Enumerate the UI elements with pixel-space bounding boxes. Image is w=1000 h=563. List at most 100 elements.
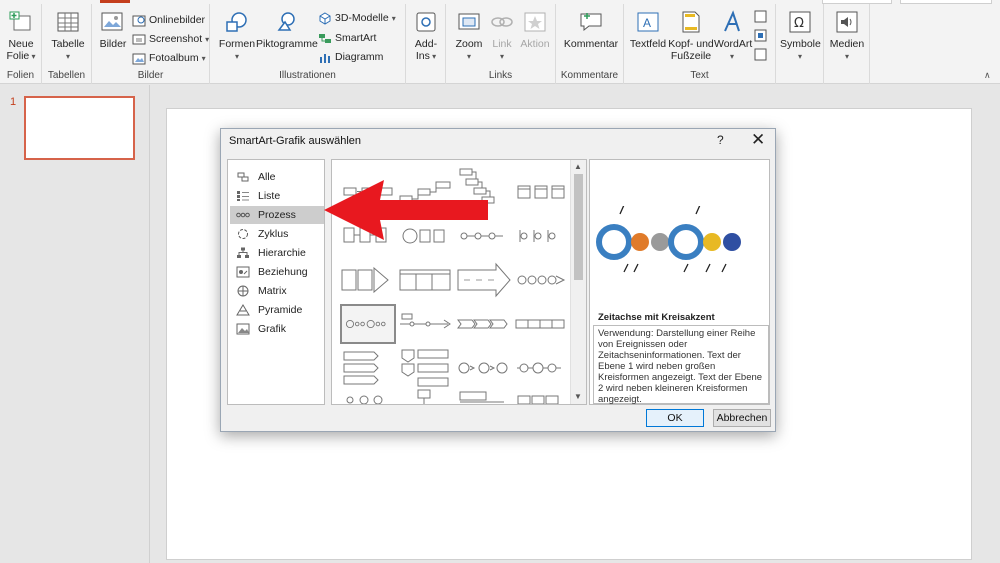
category-item-hierarchie[interactable]: Hierarchie — [230, 244, 324, 262]
category-item-matrix[interactable]: Matrix — [230, 282, 324, 300]
active-tab-indicator — [100, 0, 130, 3]
layout-thumbnail[interactable] — [514, 172, 570, 212]
textbox-button[interactable]: A Textfeld — [628, 10, 668, 50]
category-item-alle[interactable]: Alle — [230, 168, 324, 186]
group-label-folien: Folien — [6, 70, 35, 81]
photo-album-button[interactable]: Fotoalbum ▾ — [132, 52, 206, 65]
layout-thumbnail[interactable] — [514, 348, 570, 388]
online-pictures-button[interactable]: Onlinebilder — [132, 14, 205, 27]
pyramid-icon — [236, 304, 250, 316]
category-item-liste[interactable]: Liste — [230, 187, 324, 205]
layout-thumbnail[interactable] — [398, 304, 454, 344]
3d-models-label: 3D-Modelle — [335, 12, 389, 24]
category-label: Liste — [258, 190, 281, 202]
category-label: Alle — [258, 171, 276, 183]
group-label-tabellen: Tabellen — [47, 70, 86, 81]
group-addins: Add-Ins ▾ — [406, 4, 446, 84]
group-label-illustrationen: Illustrationen — [279, 70, 336, 81]
collapse-ribbon-icon[interactable]: ∧ — [984, 70, 991, 81]
symbols-button[interactable]: Ω Symbole ▾ — [780, 10, 821, 63]
scroll-up-icon[interactable]: ▲ — [574, 162, 582, 171]
layout-thumbnail[interactable] — [514, 260, 570, 300]
ok-button[interactable]: OK — [646, 409, 704, 427]
new-slide-button[interactable]: Neue Folie ▾ — [4, 10, 38, 63]
preview-graphic — [596, 206, 741, 273]
category-item-prozess[interactable]: Prozess — [230, 206, 324, 224]
media-label: Medien — [829, 38, 865, 50]
relationship-icon — [236, 266, 250, 278]
close-button[interactable]: ✕ — [751, 130, 765, 150]
link-icon — [491, 17, 513, 27]
scrollbar-thumb[interactable] — [574, 174, 583, 280]
action-label: Aktion — [520, 38, 550, 50]
table-icon — [57, 12, 79, 32]
addins-button[interactable]: Add-Ins ▾ — [410, 10, 442, 63]
header-footer-label: Kopf- und Fußzeile — [668, 38, 714, 62]
group-label-links: Links — [488, 70, 513, 81]
layout-thumbnail[interactable] — [456, 304, 512, 344]
link-label: Link — [492, 38, 512, 50]
layout-thumbnail[interactable] — [514, 216, 570, 256]
action-button[interactable]: Aktion — [518, 10, 552, 50]
dialog-title: SmartArt-Grafik auswählen — [229, 135, 362, 147]
layout-thumbnail[interactable] — [398, 348, 454, 388]
layout-thumbnail[interactable] — [340, 392, 396, 405]
group-folien: Neue Folie ▾ Folien — [0, 4, 42, 84]
category-item-zyklus[interactable]: Zyklus — [230, 225, 324, 243]
wordart-button[interactable]: WordArt ▾ — [714, 10, 752, 63]
header-footer-button[interactable]: Kopf- und Fußzeile — [668, 10, 714, 62]
shapes-button[interactable]: Formen ▾ — [218, 10, 256, 63]
preview-title: Zeitachse mit Kreisakzent — [598, 312, 715, 323]
zoom-icon — [458, 13, 480, 30]
table-button[interactable]: Tabelle ▾ — [48, 10, 88, 63]
category-label: Hierarchie — [258, 247, 306, 259]
group-links: Zoom ▾ Link ▾ Aktion Links — [446, 4, 556, 84]
omega-icon: Ω — [789, 11, 811, 33]
red-arrow-annotation — [324, 180, 488, 240]
category-item-beziehung[interactable]: Beziehung — [230, 263, 324, 281]
category-label: Matrix — [258, 285, 287, 297]
icons-button[interactable]: Piktogramme — [256, 10, 318, 50]
3d-models-button[interactable]: 3D-Modelle ▾ — [318, 12, 396, 25]
gallery-scrollbar[interactable]: ▲ ▼ — [570, 160, 586, 404]
cancel-button[interactable]: Abbrechen — [713, 409, 771, 427]
icons-label: Piktogramme — [256, 38, 318, 50]
layout-thumbnail[interactable] — [340, 260, 396, 300]
online-pictures-icon — [132, 15, 146, 27]
group-bilder: Bilder Onlinebilder Screenshot ▾ Fotoalbu… — [92, 4, 210, 84]
pictures-button[interactable]: Bilder — [96, 10, 130, 50]
group-illustrationen: Formen ▾ Piktogramme 3D-Modelle ▾ SmartAr… — [210, 4, 406, 84]
layout-thumbnail[interactable] — [456, 260, 512, 300]
screenshot-button[interactable]: Screenshot ▾ — [132, 33, 209, 46]
smartart-button[interactable]: SmartArt — [318, 32, 376, 45]
media-button[interactable]: Medien ▾ — [828, 10, 866, 63]
text-small-icons[interactable] — [754, 10, 768, 64]
help-button[interactable]: ? — [717, 133, 724, 147]
category-label: Prozess — [258, 209, 296, 221]
link-button[interactable]: Link ▾ — [486, 10, 518, 63]
layout-thumbnail[interactable] — [340, 348, 396, 388]
symbols-label: Symbole — [780, 38, 821, 50]
pictures-label: Bilder — [99, 38, 127, 50]
category-item-pyramide[interactable]: Pyramide — [230, 301, 324, 319]
svg-text:Ω: Ω — [794, 16, 804, 31]
category-label: Grafik — [258, 323, 287, 335]
preview-pane: Zeitachse mit Kreisakzent Verwendung: Da… — [589, 159, 770, 405]
layout-thumbnail[interactable] — [398, 386, 454, 405]
screenshot-label: Screenshot — [149, 33, 203, 45]
chart-icon — [320, 54, 330, 63]
layout-thumbnail[interactable] — [514, 304, 570, 344]
scroll-down-icon[interactable]: ▼ — [574, 392, 582, 401]
layout-thumbnail-selected[interactable] — [340, 304, 396, 344]
layout-thumbnail[interactable] — [398, 260, 454, 300]
slide-thumbnail[interactable] — [24, 96, 135, 160]
group-symbole: Ω Symbole ▾ — [776, 4, 824, 84]
group-kommentare: Kommentar Kommentare — [556, 4, 624, 84]
chart-button[interactable]: Diagramm — [318, 51, 383, 64]
layout-thumbnail[interactable] — [456, 348, 512, 388]
layout-thumbnail[interactable] — [456, 386, 512, 405]
comment-button[interactable]: Kommentar — [562, 10, 620, 50]
layout-thumbnail[interactable] — [514, 386, 570, 405]
zoom-button[interactable]: Zoom ▾ — [452, 10, 486, 63]
category-item-grafik[interactable]: Grafik — [230, 320, 324, 338]
